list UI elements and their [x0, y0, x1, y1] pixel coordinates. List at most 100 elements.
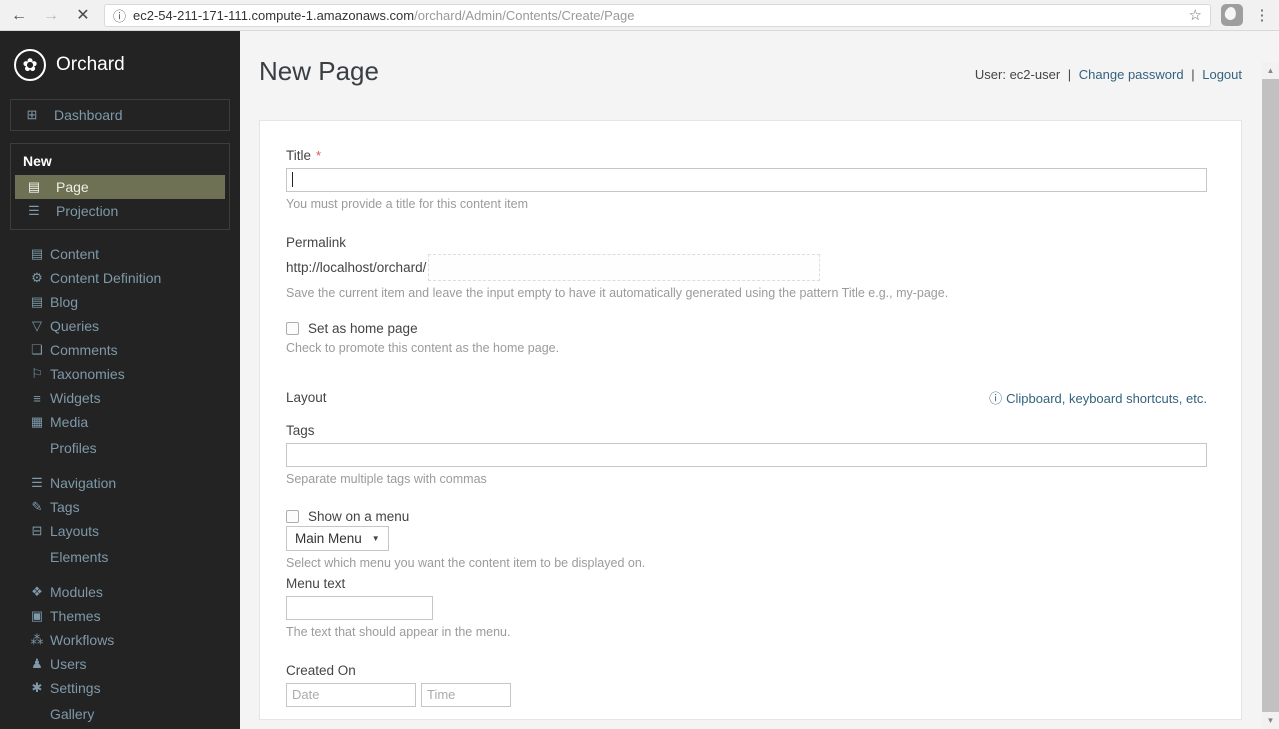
- sidebar-item-workflows[interactable]: ⁂ Workflows: [0, 628, 240, 652]
- sidebar-item-content[interactable]: ▤ Content: [0, 242, 240, 266]
- permalink-label: Permalink: [286, 234, 347, 250]
- queries-icon: ▽: [32, 318, 42, 333]
- sidebar-item-dashboard[interactable]: ⊞ Dashboard: [10, 99, 230, 131]
- sidebar-item-profiles[interactable]: Profiles: [0, 436, 240, 460]
- media-icon: ▦: [30, 414, 44, 429]
- scrollbar-thumb[interactable]: [1262, 79, 1279, 712]
- url-text[interactable]: ec2-54-211-171-111.compute-1.amazonaws.c…: [133, 8, 1182, 23]
- sidebar-menu: ▤ Content ⚙ Content Definition ▤ Blog ▽ Queries…: [0, 242, 240, 726]
- scroll-down-icon[interactable]: ▼: [1262, 712, 1279, 729]
- page-info-icon[interactable]: ⓘ: [113, 6, 126, 25]
- sidebar-item-label: Taxonomies: [50, 366, 125, 382]
- permalink-prefix: http://localhost/orchard/: [286, 259, 427, 275]
- sidebar-item-label: Users: [50, 656, 87, 672]
- sidebar-item-gallery[interactable]: Gallery: [0, 702, 240, 726]
- sidebar-item-layouts[interactable]: ⊟ Layouts: [0, 519, 240, 543]
- settings-icon: ✱: [31, 680, 43, 695]
- chevron-down-icon: ▼: [371, 533, 380, 543]
- new-section: New ▤ Page ☰ Projection: [10, 143, 230, 230]
- url-host: ec2-54-211-171-111.compute-1.amazonaws.c…: [133, 7, 415, 23]
- page-scrollbar[interactable]: ▲ ▼: [1262, 62, 1279, 729]
- sidebar-item-label: Modules: [50, 584, 103, 600]
- sidebar-item-themes[interactable]: ▣ Themes: [0, 604, 240, 628]
- sidebar-item-label: Blog: [50, 294, 79, 310]
- menu-select-hint: Select which menu you want the content i…: [286, 555, 646, 570]
- sidebar-item-users[interactable]: ♟ Users: [0, 652, 240, 676]
- created-time-input[interactable]: [421, 682, 511, 707]
- sidebar-item-label: Tags: [50, 499, 80, 515]
- sidebar-item-projection[interactable]: ☰ Projection: [15, 199, 225, 223]
- brand[interactable]: ✿ Orchard: [0, 31, 240, 85]
- sidebar-item-label: Queries: [50, 318, 100, 334]
- sidebar-item-label: Settings: [50, 680, 101, 696]
- tags-hint: Separate multiple tags with commas: [286, 471, 487, 486]
- dashboard-icon: ⊞: [26, 107, 38, 122]
- workflows-icon: ⁂: [30, 632, 44, 647]
- sidebar-item-label: Navigation: [50, 475, 117, 491]
- sidebar-item-label: Gallery: [50, 706, 95, 722]
- sidebar-item-settings[interactable]: ✱ Settings: [0, 676, 240, 700]
- sidebar-item-media[interactable]: ▦ Media: [0, 410, 240, 434]
- sidebar-item-label: Content: [50, 246, 100, 262]
- title-label: Title *: [286, 147, 322, 163]
- page-title: New Page: [259, 56, 379, 86]
- edit-form-card: Title * You must provide a title for this…: [259, 119, 1242, 720]
- admin-sidebar: ✿ Orchard ⊞ Dashboard New ▤ Page ☰ Projecti…: [0, 31, 240, 729]
- orchard-logo-icon: ✿: [14, 49, 46, 81]
- extension-icon[interactable]: [1221, 4, 1243, 26]
- sidebar-item-label: Content Definition: [50, 270, 162, 286]
- menu-text-input[interactable]: [286, 595, 433, 620]
- home-page-hint: Check to promote this content as the hom…: [286, 340, 560, 355]
- sidebar-item-modules[interactable]: ❖ Modules: [0, 580, 240, 604]
- permalink-input[interactable]: [428, 253, 821, 281]
- layouts-icon: ⊟: [31, 523, 43, 538]
- scroll-up-icon[interactable]: ▲: [1262, 62, 1279, 79]
- url-path: /orchard/Admin/Contents/Create/Page: [414, 7, 635, 23]
- sidebar-item-taxonomies[interactable]: ⚐ Taxonomies: [0, 362, 240, 386]
- users-icon: ♟: [31, 656, 43, 671]
- forward-icon[interactable]: →: [40, 0, 62, 31]
- sidebar-item-tags[interactable]: ✎ Tags: [0, 495, 240, 519]
- sidebar-item-content-definition[interactable]: ⚙ Content Definition: [0, 266, 240, 290]
- sidebar-item-page[interactable]: ▤ Page: [15, 175, 225, 199]
- address-bar[interactable]: ⓘ ec2-54-211-171-111.compute-1.amazonaws…: [104, 3, 1211, 27]
- widgets-icon: ≡: [33, 390, 41, 406]
- created-date-input[interactable]: [286, 682, 416, 707]
- navigation-icon: ☰: [31, 475, 43, 490]
- sidebar-item-label: Widgets: [50, 390, 101, 406]
- blog-icon: ▤: [30, 294, 44, 309]
- back-icon[interactable]: ←: [8, 0, 30, 31]
- sidebar-item-blog[interactable]: ▤ Blog: [0, 290, 240, 314]
- bookmark-star-icon[interactable]: ☆: [1189, 6, 1202, 24]
- sidebar-item-label: Page: [56, 179, 89, 195]
- sidebar-item-label: Comments: [50, 342, 118, 358]
- permalink-hint: Save the current item and leave the inpu…: [286, 285, 949, 300]
- menu-select[interactable]: Main Menu ▼: [286, 525, 389, 551]
- logout-link[interactable]: Logout: [1202, 67, 1242, 82]
- sidebar-item-navigation[interactable]: ☰ Navigation: [0, 471, 240, 495]
- tags-label: Tags: [286, 422, 315, 438]
- clipboard-shortcuts-link[interactable]: ⓘ Clipboard, keyboard shortcuts, etc.: [989, 388, 1207, 407]
- text-caret: [292, 171, 293, 187]
- layout-label: Layout: [286, 389, 327, 405]
- change-password-link[interactable]: Change password: [1079, 67, 1184, 82]
- sidebar-item-elements[interactable]: Elements: [0, 545, 240, 569]
- show-on-menu-label: Show on a menu: [308, 508, 410, 524]
- browser-menu-icon[interactable]: ⋮: [1253, 6, 1271, 24]
- content-icon: ▤: [30, 246, 44, 261]
- sidebar-item-queries[interactable]: ▽ Queries: [0, 314, 240, 338]
- menu-text-hint: The text that should appear in the menu.: [286, 624, 511, 639]
- tags-input[interactable]: [286, 442, 1207, 467]
- user-links: User: ec2-user | Change password | Logou…: [974, 67, 1242, 82]
- home-page-checkbox[interactable]: [286, 321, 299, 335]
- sidebar-item-widgets[interactable]: ≡ Widgets: [0, 386, 240, 410]
- stop-icon[interactable]: ✕: [72, 0, 94, 31]
- sidebar-item-label: Media: [50, 414, 89, 430]
- title-input[interactable]: [286, 167, 1207, 192]
- sidebar-item-label: Workflows: [50, 632, 115, 648]
- menu-select-value: Main Menu: [295, 530, 362, 546]
- modules-icon: ❖: [31, 584, 43, 599]
- sidebar-item-label: Layouts: [50, 523, 100, 539]
- sidebar-item-comments[interactable]: ❏ Comments: [0, 338, 240, 362]
- show-on-menu-checkbox[interactable]: [286, 509, 299, 523]
